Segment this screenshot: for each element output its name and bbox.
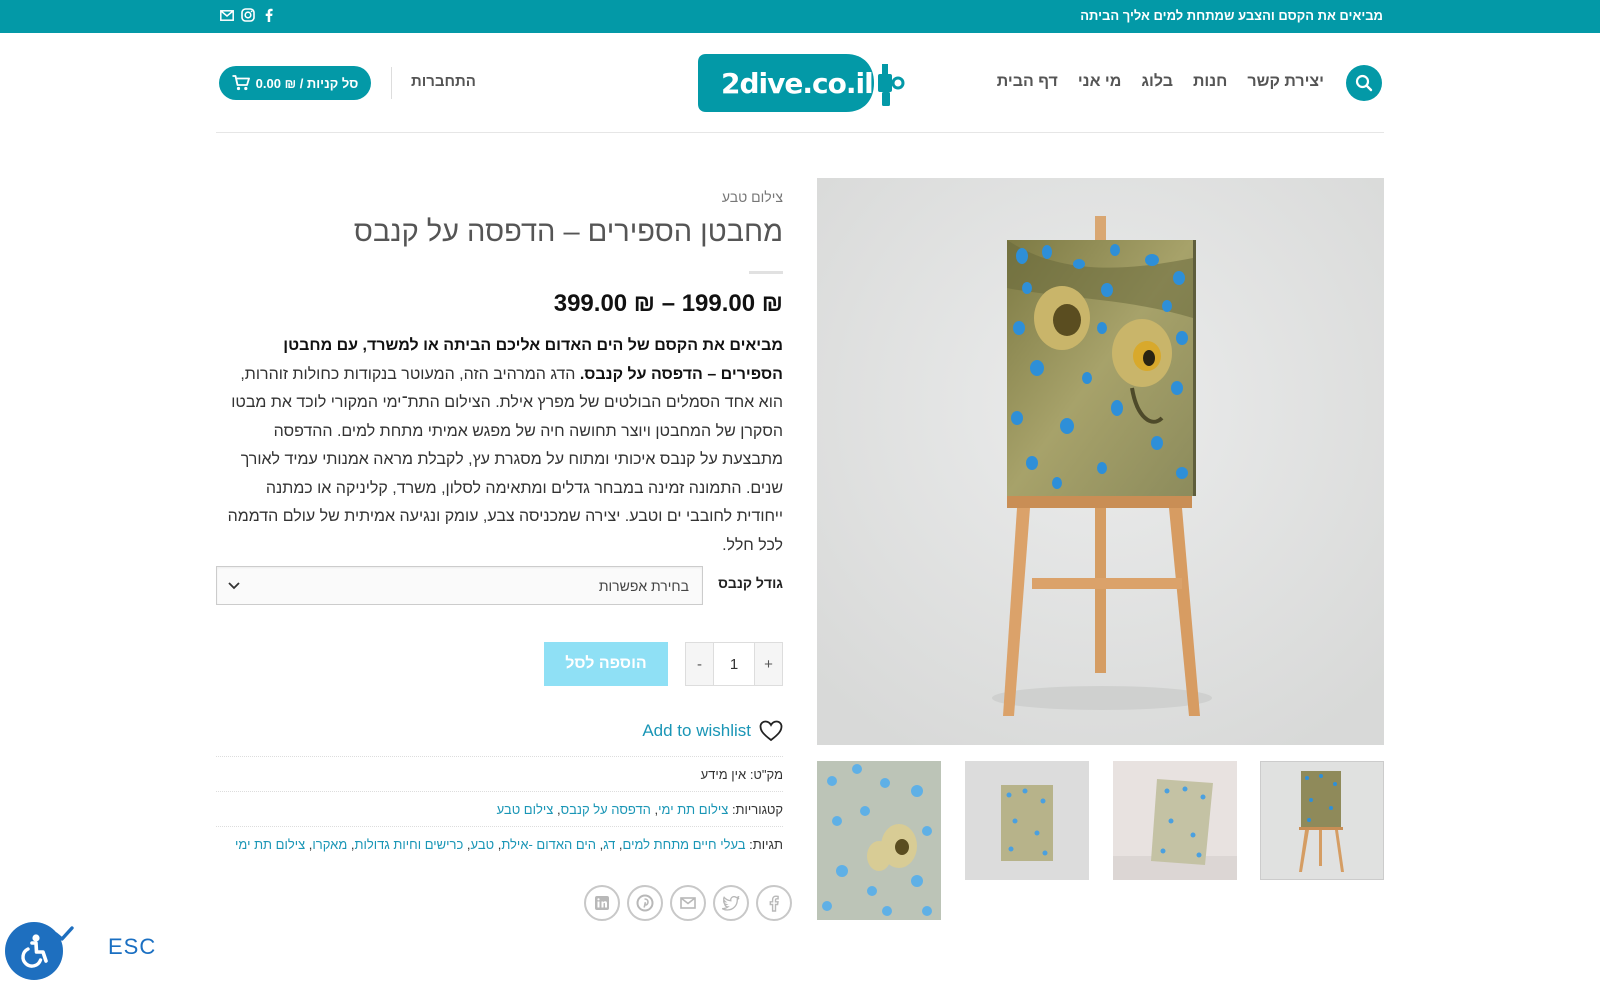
email-icon[interactable]: [670, 885, 706, 921]
product-tags: תגיות: בעלי חיים מתחת למים, דג, הים האדו…: [216, 826, 783, 852]
sku-value: אין מידע: [700, 767, 747, 782]
tag-link[interactable]: מאקרו: [312, 837, 347, 852]
quantity-input[interactable]: 1: [713, 643, 755, 685]
top-bar: מביאים את הקסם והצבע שמתחת למים אליך הבי…: [0, 0, 1600, 33]
main-nav: דף הבית מי אני בלוג חנות יצירת קשר: [997, 73, 1324, 91]
product-categories: קטגוריות: צילום תת ימי, הדפסה על קנבס, צ…: [216, 791, 783, 817]
esc-label: ESC: [108, 934, 157, 959]
product-description: מביאים את הקסם של הים האדום אליכם הביתה …: [223, 332, 783, 560]
breadcrumb[interactable]: צילום טבע: [722, 189, 783, 205]
search-button[interactable]: [1346, 65, 1382, 101]
nav-item-about[interactable]: מי אני: [1078, 73, 1122, 91]
tag-link[interactable]: כרישים וחיות גדולות: [354, 837, 463, 852]
site-header: דף הבית מי אני בלוג חנות יצירת קשר 2dive…: [216, 33, 1384, 133]
cart-label: סל קניות / ₪ 0.00: [255, 75, 359, 91]
variation-label: גודל קנבס: [718, 575, 783, 591]
wishlist-label: Add to wishlist: [642, 721, 751, 740]
tag-link[interactable]: בעלי חיים מתחת למים: [623, 837, 746, 852]
chevron-down-icon: [228, 582, 240, 590]
category-link[interactable]: צילום טבע: [497, 802, 554, 817]
product-main-image[interactable]: [817, 178, 1384, 745]
size-select-value: בחירת אפשרות: [598, 578, 689, 594]
linkedin-icon[interactable]: [584, 885, 620, 921]
cart-button[interactable]: סל קניות / ₪ 0.00: [219, 66, 371, 100]
category-link[interactable]: צילום תת ימי: [658, 802, 728, 817]
product-thumbnails: [817, 761, 1384, 921]
facebook-icon[interactable]: [756, 885, 792, 921]
product-thumbnail[interactable]: [965, 761, 1089, 880]
instagram-icon[interactable]: [241, 7, 255, 23]
tag-link[interactable]: צילום תת ימי: [235, 837, 305, 852]
wishlist-link[interactable]: Add to wishlist: [642, 720, 783, 742]
facebook-icon[interactable]: [262, 7, 276, 23]
tags-label: תגיות:: [749, 837, 783, 852]
product-title: מחבטן הספירים – הדפסה על קנבס: [353, 216, 783, 248]
product-thumbnail[interactable]: [1113, 761, 1237, 880]
promo-text: מביאים את הקסם והצבע שמתחת למים אליך הבי…: [1080, 8, 1383, 23]
cart-icon: [232, 75, 250, 91]
nav-item-shop[interactable]: חנות: [1193, 73, 1227, 91]
product-sku: מק"ט: אין מידע: [216, 756, 783, 782]
add-to-cart-button[interactable]: הוספה לסל: [544, 642, 668, 686]
sku-label: מק"ט:: [749, 767, 783, 782]
top-social-links: [220, 7, 276, 23]
quantity-stepper: - 1 +: [685, 642, 783, 686]
login-link[interactable]: התחברות: [411, 73, 476, 90]
pinterest-icon[interactable]: [627, 885, 663, 921]
product-price: ₪ 199.00 – ₪ 399.00: [553, 290, 783, 317]
product-thumbnail[interactable]: [1260, 761, 1384, 880]
nav-item-contact[interactable]: יצירת קשר: [1247, 73, 1324, 91]
share-buttons: [584, 885, 792, 921]
quantity-minus-button[interactable]: -: [686, 643, 713, 685]
header-divider: [391, 67, 392, 99]
twitter-icon[interactable]: [713, 885, 749, 921]
tag-link[interactable]: טבע: [471, 837, 495, 852]
title-divider: [749, 271, 783, 274]
tag-link[interactable]: דג: [603, 837, 615, 852]
checkmark-icon: [54, 926, 74, 941]
description-text: הדג המרהיב הזה, המעוטר בנקודות כחולות זו…: [227, 365, 783, 554]
email-icon[interactable]: [220, 7, 234, 23]
heart-icon: [759, 720, 783, 742]
nav-item-blog[interactable]: בלוג: [1141, 73, 1173, 91]
search-icon: [1355, 74, 1373, 92]
category-link[interactable]: הדפסה על קנבס: [561, 802, 651, 817]
tag-link[interactable]: הים האדום -אילת: [501, 837, 596, 852]
accessibility-icon: [21, 934, 48, 968]
categories-label: קטגוריות:: [731, 802, 783, 817]
quantity-plus-button[interactable]: +: [755, 643, 782, 685]
product-thumbnail[interactable]: [817, 761, 941, 920]
site-logo[interactable]: 2dive.co.il: [696, 52, 908, 114]
size-select[interactable]: בחירת אפשרות: [216, 566, 703, 605]
nav-item-home[interactable]: דף הבית: [997, 73, 1058, 91]
logo-text: 2dive.co.il: [721, 67, 873, 100]
